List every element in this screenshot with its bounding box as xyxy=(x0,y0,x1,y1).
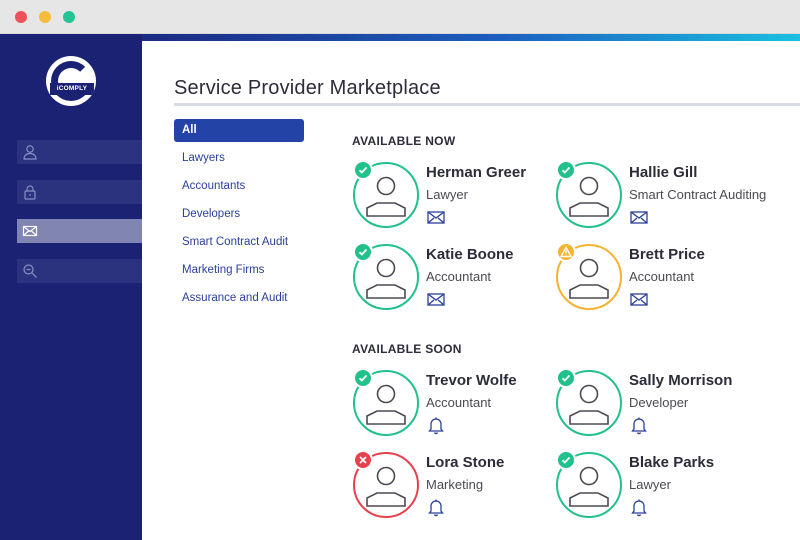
category-all[interactable]: All xyxy=(174,119,304,142)
status-check-badge xyxy=(556,368,576,388)
close-icon xyxy=(359,456,367,464)
app-window: iCOMPLY Service Provider Marketplace All… xyxy=(0,0,800,540)
provider-name: Trevor Wolfe xyxy=(426,372,517,389)
sidebar-item-messages[interactable] xyxy=(17,219,142,243)
minimize-window-button[interactable] xyxy=(39,11,51,23)
provider-name: Blake Parks xyxy=(629,454,715,471)
bell-icon[interactable] xyxy=(629,497,649,517)
category-developers[interactable]: Developers xyxy=(174,203,304,226)
provider-role: Developer xyxy=(629,395,689,410)
user-icon xyxy=(23,145,37,160)
status-warning-badge xyxy=(556,242,576,262)
provider-name: Lora Stone xyxy=(426,454,505,471)
sidebar: iCOMPLY xyxy=(0,34,142,540)
status-check-badge xyxy=(353,242,373,262)
category-smart-contract-audit[interactable]: Smart Contract Audit xyxy=(174,231,304,254)
provider-role: Lawyer xyxy=(426,187,468,202)
provider-card[interactable]: Blake Parks Lawyer xyxy=(556,450,756,522)
status-check-badge xyxy=(556,160,576,180)
person-icon xyxy=(569,258,609,299)
provider-name: Sally Morrison xyxy=(629,372,733,389)
person-icon xyxy=(366,258,406,299)
person-icon xyxy=(569,466,609,507)
warning-icon xyxy=(560,246,572,258)
provider-card[interactable]: Trevor Wolfe Accountant xyxy=(353,368,553,440)
maximize-window-button[interactable] xyxy=(63,11,75,23)
provider-role: Accountant xyxy=(426,395,492,410)
status-check-badge xyxy=(353,160,373,180)
check-icon xyxy=(561,456,571,464)
provider-role: Accountant xyxy=(629,269,695,284)
person-icon xyxy=(366,384,406,425)
check-icon xyxy=(561,166,571,174)
mail-icon[interactable] xyxy=(629,289,649,309)
provider-name: Brett Price xyxy=(629,246,705,263)
lock-icon xyxy=(24,185,36,200)
status-check-badge xyxy=(353,368,373,388)
app-logo[interactable]: iCOMPLY xyxy=(46,56,96,106)
check-icon xyxy=(358,166,368,174)
status-check-badge xyxy=(556,450,576,470)
category-lawyers[interactable]: Lawyers xyxy=(174,147,304,170)
check-icon xyxy=(561,374,571,382)
category-assurance-audit[interactable]: Assurance and Audit xyxy=(174,287,304,310)
person-icon xyxy=(569,384,609,425)
provider-role: Marketing xyxy=(426,477,484,492)
provider-card[interactable]: Lora Stone Marketing xyxy=(353,450,553,522)
check-icon xyxy=(358,248,368,256)
provider-name: Herman Greer xyxy=(426,164,527,181)
sidebar-item-profile[interactable] xyxy=(17,140,142,164)
bell-icon[interactable] xyxy=(426,415,446,435)
category-accountants[interactable]: Accountants xyxy=(174,175,304,198)
bell-icon[interactable] xyxy=(629,415,649,435)
provider-card[interactable]: Herman Greer Lawyer xyxy=(353,160,553,232)
sidebar-item-security[interactable] xyxy=(17,180,142,204)
mail-icon[interactable] xyxy=(426,289,446,309)
header-accent-strip xyxy=(142,34,800,41)
provider-card[interactable]: Katie Boone Accountant xyxy=(353,242,553,314)
provider-role: Accountant xyxy=(426,269,492,284)
search-icon xyxy=(23,264,37,278)
provider-card[interactable]: Sally Morrison Developer xyxy=(556,368,756,440)
section-available-now: AVAILABLE NOW xyxy=(352,134,456,148)
close-window-button[interactable] xyxy=(15,11,27,23)
provider-card[interactable]: Hallie Gill Smart Contract Auditing xyxy=(556,160,766,232)
provider-name: Hallie Gill xyxy=(629,164,698,181)
title-divider xyxy=(174,103,800,106)
provider-role: Lawyer xyxy=(629,477,671,492)
person-icon xyxy=(366,176,406,217)
title-bar xyxy=(0,0,800,34)
sidebar-item-search[interactable] xyxy=(17,259,142,283)
mail-icon[interactable] xyxy=(629,207,649,227)
logo-text: iCOMPLY xyxy=(50,83,94,95)
page-title: Service Provider Marketplace xyxy=(174,77,441,99)
person-icon xyxy=(366,466,406,507)
status-error-badge xyxy=(353,450,373,470)
mail-icon xyxy=(22,225,38,237)
provider-name: Katie Boone xyxy=(426,246,514,263)
check-icon xyxy=(358,374,368,382)
section-available-soon: AVAILABLE SOON xyxy=(352,342,462,356)
provider-card[interactable]: Brett Price Accountant xyxy=(556,242,756,314)
bell-icon[interactable] xyxy=(426,497,446,517)
category-marketing-firms[interactable]: Marketing Firms xyxy=(174,259,304,282)
provider-role: Smart Contract Auditing xyxy=(629,187,767,202)
person-icon xyxy=(569,176,609,217)
mail-icon[interactable] xyxy=(426,207,446,227)
main-content: Service Provider Marketplace All Lawyers… xyxy=(142,41,800,540)
